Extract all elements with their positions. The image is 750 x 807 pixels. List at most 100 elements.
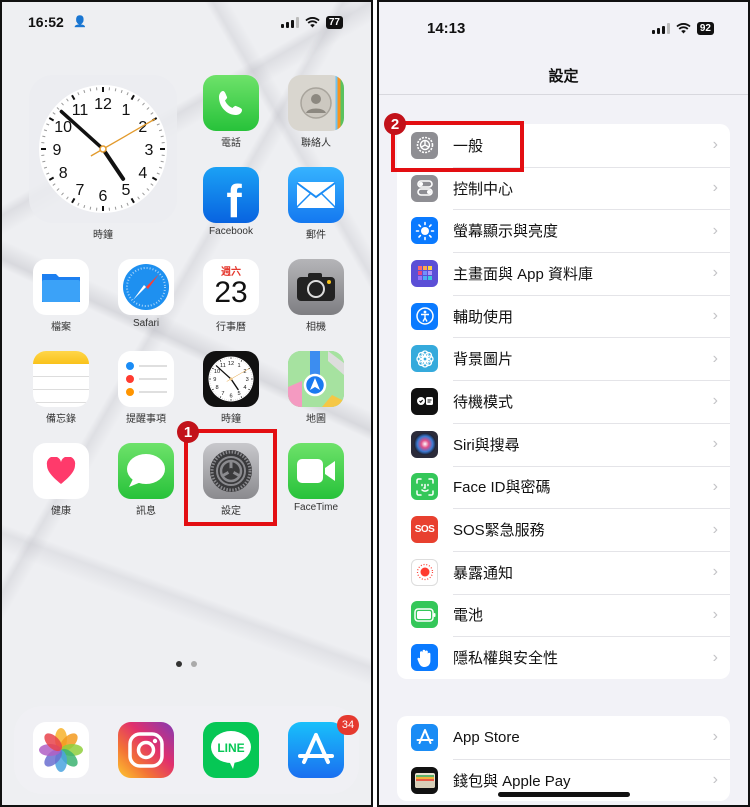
app-health[interactable]: 健康 [26,443,96,517]
files-icon [33,259,89,315]
maps-icon [288,351,344,407]
app-label: 提醒事項 [126,414,166,425]
status-bar: 16:52 👤 77 [2,12,371,34]
safari-icon [118,259,174,315]
exposure-icon [411,558,438,586]
flower-icon [411,345,438,373]
dock-app-line[interactable]: LINE [196,722,266,778]
hand-icon [411,644,438,672]
clock-tick [42,135,46,138]
settings-group-main: 一般 › 控制中心 › 螢幕顯示與亮度 › 主畫面與 App 資料庫 › 輔助使用 › 背景圖片 › 待… [397,124,730,679]
settings-row-label: 電池 [453,607,484,625]
clock-icon: 12 1 2 3 4 5 6 7 8 9 10 11 [203,351,259,407]
dock-app-appstore[interactable]: 34 [281,715,359,778]
app-phone[interactable]: 電話 [196,75,266,149]
settings-row[interactable]: 主畫面與 App 資料庫 › [397,252,730,295]
home-indicator[interactable] [497,792,630,797]
chevron-right-icon: › [712,648,718,666]
settings-row-label: Face ID與密碼 [453,479,551,497]
siri-icon [411,430,438,458]
chevron-right-icon: › [712,221,718,239]
clock-numeral: 1 [122,102,131,119]
settings-row[interactable]: Face ID與密碼 › [397,465,730,509]
settings-row[interactable]: 控制中心 › [397,166,730,210]
settings-row-label: 隱私權與安全性 [453,650,559,668]
notes-icon [33,351,89,407]
app-camera[interactable]: 相機 [281,259,351,333]
accessibility-icon [411,302,438,330]
step-marker-2: 2 [384,113,406,135]
line-logo-text: LINE [217,741,244,755]
cellular-signal-icon [651,23,670,34]
clock-numeral: 5 [122,182,131,199]
facetime-icon [288,443,344,499]
app-messages[interactable]: 訊息 [111,443,181,517]
status-time: 14:13 [427,20,466,37]
settings-row[interactable]: 暴露通知 › [397,550,730,594]
page-dot[interactable] [191,661,197,667]
app-calendar[interactable]: 週六 23 行事曆 [196,259,266,333]
settings-row-label: 待機模式 [453,393,514,411]
settings-row-label: 暴露通知 [453,564,514,582]
app-maps[interactable]: 地圖 [281,351,351,425]
settings-row-label: 背景圖片 [453,351,514,369]
calendar-icon: 週六 23 [203,259,259,315]
battery-indicator: 92 [696,22,714,35]
settings-row[interactable]: 電池 › [397,593,730,637]
app-clock[interactable]: 12 1 2 3 4 5 6 7 8 9 10 11 時鐘 [196,351,266,425]
app-notes[interactable]: 備忘錄 [26,351,96,425]
phone-icon [203,75,259,131]
chevron-right-icon: › [712,563,718,581]
settings-row[interactable]: 螢幕顯示與亮度 › [397,209,730,252]
chevron-right-icon: › [712,435,718,453]
settings-row-label: 錢包與 Apple Pay [453,772,571,790]
analog-clock-face: 12 1234567891011 [39,85,167,213]
wallet-icon [411,766,438,794]
page-dot-active[interactable] [176,661,182,667]
camera-icon [288,259,344,315]
settings-row[interactable]: 輔助使用 › [397,294,730,338]
app-files[interactable]: 檔案 [26,259,96,333]
clock-numeral: 12 [94,96,112,113]
settings-row[interactable]: 背景圖片 › [397,337,730,380]
clock-widget[interactable]: 12 1 2 3 4 5 6 7 8 9 10 11 [29,75,177,223]
standby-icon [411,387,438,415]
clock-numeral: 2 [243,369,246,375]
app-facebook[interactable]: f Facebook [196,167,266,237]
app-reminders[interactable]: 提醒事項 [111,351,181,425]
settings-row[interactable]: Siri與搜尋 › [397,422,730,466]
chevron-right-icon: › [712,136,718,154]
appstore-icon [411,723,438,751]
clock-numeral: 4 [243,385,246,391]
app-mail[interactable]: 郵件 [281,167,351,241]
settings-row-label: 輔助使用 [453,308,514,326]
clock-numeral: 9 [53,142,62,159]
app-label: 檔案 [51,322,71,333]
chevron-right-icon: › [712,477,718,495]
toggles-icon [411,174,438,202]
settings-row[interactable]: 隱私權與安全性 › [397,636,730,679]
page-title: 設定 [548,68,579,85]
clock-numeral: 10 [214,369,220,375]
app-safari[interactable]: Safari [111,259,181,329]
clock-numeral: 5 [238,391,241,397]
messages-icon [118,443,174,499]
health-icon [33,443,89,499]
app-label: 相機 [306,322,326,333]
dock-app-photos[interactable] [26,722,96,778]
app-label: 時鐘 [221,414,241,425]
clock-numeral: 11 [72,102,89,119]
app-contacts[interactable]: 聯絡人 [281,75,351,149]
settings-row[interactable]: 待機模式 › [397,380,730,423]
settings-row[interactable]: SOS SOS緊急服務 › [397,508,730,551]
settings-row[interactable]: App Store › [397,716,730,759]
settings-row-label: SOS緊急服務 [453,522,545,540]
app-facetime[interactable]: FaceTime [281,443,351,513]
dock-app-instagram[interactable] [111,722,181,778]
clock-numeral: 6 [99,188,108,205]
settings-row-label: 主畫面與 App 資料庫 [453,265,594,283]
page-indicator[interactable] [2,661,371,667]
app-label: 健康 [51,506,71,517]
settings-screen: 14:13 92 設定 一般 › 控制中心 › 螢幕顯示與亮度 › 主畫面與 App 資料庫… [377,0,750,807]
app-label: 訊息 [136,506,156,517]
